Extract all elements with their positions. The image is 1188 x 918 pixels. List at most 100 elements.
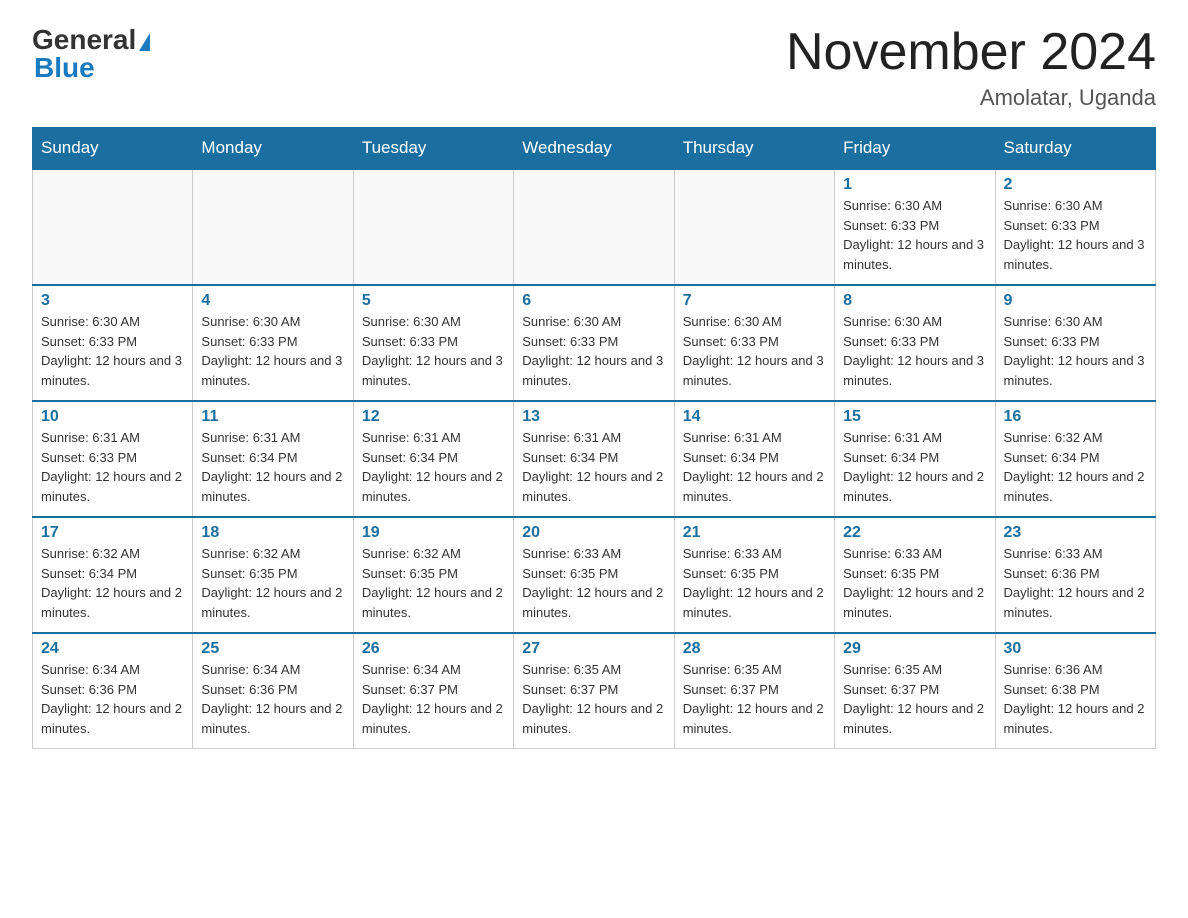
day-number: 13: [522, 408, 665, 426]
header-day-friday: Friday: [835, 128, 995, 170]
calendar-cell: 27 Sunrise: 6:35 AM Sunset: 6:37 PM Dayli…: [514, 633, 674, 749]
day-info: Sunrise: 6:32 AM Sunset: 6:35 PM Dayligh…: [362, 544, 505, 622]
day-number: 8: [843, 292, 986, 310]
calendar-cell: 4 Sunrise: 6:30 AM Sunset: 6:33 PM Daylig…: [193, 285, 353, 401]
calendar-cell: [193, 169, 353, 285]
calendar-cell: [353, 169, 513, 285]
day-number: 15: [843, 408, 986, 426]
day-info: Sunrise: 6:33 AM Sunset: 6:36 PM Dayligh…: [1004, 544, 1147, 622]
day-number: 16: [1004, 408, 1147, 426]
day-number: 2: [1004, 176, 1147, 194]
logo-triangle-icon: [139, 33, 150, 51]
day-number: 7: [683, 292, 826, 310]
day-number: 22: [843, 524, 986, 542]
calendar-cell: 22 Sunrise: 6:33 AM Sunset: 6:35 PM Dayli…: [835, 517, 995, 633]
calendar-table: SundayMondayTuesdayWednesdayThursdayFrid…: [32, 127, 1156, 749]
calendar-cell: 18 Sunrise: 6:32 AM Sunset: 6:35 PM Dayli…: [193, 517, 353, 633]
calendar-cell: [33, 169, 193, 285]
day-info: Sunrise: 6:35 AM Sunset: 6:37 PM Dayligh…: [522, 660, 665, 738]
day-number: 26: [362, 640, 505, 658]
day-info: Sunrise: 6:31 AM Sunset: 6:34 PM Dayligh…: [683, 428, 826, 506]
calendar-cell: 7 Sunrise: 6:30 AM Sunset: 6:33 PM Daylig…: [674, 285, 834, 401]
day-number: 24: [41, 640, 184, 658]
day-info: Sunrise: 6:30 AM Sunset: 6:33 PM Dayligh…: [683, 312, 826, 390]
day-info: Sunrise: 6:35 AM Sunset: 6:37 PM Dayligh…: [843, 660, 986, 738]
day-info: Sunrise: 6:31 AM Sunset: 6:33 PM Dayligh…: [41, 428, 184, 506]
header-day-tuesday: Tuesday: [353, 128, 513, 170]
day-info: Sunrise: 6:32 AM Sunset: 6:35 PM Dayligh…: [201, 544, 344, 622]
title-area: November 2024 Amolatar, Uganda: [786, 24, 1156, 111]
day-info: Sunrise: 6:30 AM Sunset: 6:33 PM Dayligh…: [201, 312, 344, 390]
logo: General Blue: [32, 24, 150, 84]
day-info: Sunrise: 6:31 AM Sunset: 6:34 PM Dayligh…: [362, 428, 505, 506]
header-day-monday: Monday: [193, 128, 353, 170]
location-subtitle: Amolatar, Uganda: [786, 85, 1156, 111]
day-number: 14: [683, 408, 826, 426]
calendar-cell: 1Sunrise: 6:30 AM Sunset: 6:33 PM Daylig…: [835, 169, 995, 285]
calendar-cell: 13 Sunrise: 6:31 AM Sunset: 6:34 PM Dayli…: [514, 401, 674, 517]
header-row: SundayMondayTuesdayWednesdayThursdayFrid…: [33, 128, 1156, 170]
day-number: 4: [201, 292, 344, 310]
day-info: Sunrise: 6:30 AM Sunset: 6:33 PM Dayligh…: [843, 196, 986, 274]
day-number: 23: [1004, 524, 1147, 542]
day-number: 10: [41, 408, 184, 426]
week-row-5: 24 Sunrise: 6:34 AM Sunset: 6:36 PM Dayli…: [33, 633, 1156, 749]
day-number: 6: [522, 292, 665, 310]
day-info: Sunrise: 6:31 AM Sunset: 6:34 PM Dayligh…: [843, 428, 986, 506]
calendar-cell: 5 Sunrise: 6:30 AM Sunset: 6:33 PM Daylig…: [353, 285, 513, 401]
day-number: 17: [41, 524, 184, 542]
day-number: 25: [201, 640, 344, 658]
day-info: Sunrise: 6:31 AM Sunset: 6:34 PM Dayligh…: [201, 428, 344, 506]
day-info: Sunrise: 6:36 AM Sunset: 6:38 PM Dayligh…: [1004, 660, 1147, 738]
day-number: 30: [1004, 640, 1147, 658]
calendar-cell: 12 Sunrise: 6:31 AM Sunset: 6:34 PM Dayli…: [353, 401, 513, 517]
day-info: Sunrise: 6:30 AM Sunset: 6:33 PM Dayligh…: [522, 312, 665, 390]
calendar-cell: [514, 169, 674, 285]
day-info: Sunrise: 6:34 AM Sunset: 6:37 PM Dayligh…: [362, 660, 505, 738]
day-number: 20: [522, 524, 665, 542]
calendar-cell: 24Sunrise: 6:34 AM Sunset: 6:36 PM Dayli…: [33, 633, 193, 749]
day-info: Sunrise: 6:31 AM Sunset: 6:34 PM Dayligh…: [522, 428, 665, 506]
month-title: November 2024: [786, 24, 1156, 81]
day-info: Sunrise: 6:32 AM Sunset: 6:34 PM Dayligh…: [1004, 428, 1147, 506]
calendar-cell: 21Sunrise: 6:33 AM Sunset: 6:35 PM Dayli…: [674, 517, 834, 633]
day-number: 19: [362, 524, 505, 542]
calendar-cell: 2Sunrise: 6:30 AM Sunset: 6:33 PM Daylig…: [995, 169, 1155, 285]
calendar-cell: 19 Sunrise: 6:32 AM Sunset: 6:35 PM Dayli…: [353, 517, 513, 633]
week-row-1: 1Sunrise: 6:30 AM Sunset: 6:33 PM Daylig…: [33, 169, 1156, 285]
header-day-saturday: Saturday: [995, 128, 1155, 170]
calendar-cell: 23 Sunrise: 6:33 AM Sunset: 6:36 PM Dayli…: [995, 517, 1155, 633]
day-info: Sunrise: 6:33 AM Sunset: 6:35 PM Dayligh…: [843, 544, 986, 622]
calendar-cell: 11Sunrise: 6:31 AM Sunset: 6:34 PM Dayli…: [193, 401, 353, 517]
calendar-cell: 17Sunrise: 6:32 AM Sunset: 6:34 PM Dayli…: [33, 517, 193, 633]
day-number: 29: [843, 640, 986, 658]
week-row-2: 3Sunrise: 6:30 AM Sunset: 6:33 PM Daylig…: [33, 285, 1156, 401]
day-info: Sunrise: 6:34 AM Sunset: 6:36 PM Dayligh…: [201, 660, 344, 738]
calendar-cell: 15 Sunrise: 6:31 AM Sunset: 6:34 PM Dayli…: [835, 401, 995, 517]
calendar-cell: 3Sunrise: 6:30 AM Sunset: 6:33 PM Daylig…: [33, 285, 193, 401]
day-info: Sunrise: 6:33 AM Sunset: 6:35 PM Dayligh…: [522, 544, 665, 622]
logo-blue-text: Blue: [34, 52, 95, 84]
day-info: Sunrise: 6:30 AM Sunset: 6:33 PM Dayligh…: [41, 312, 184, 390]
day-number: 5: [362, 292, 505, 310]
calendar-cell: 26 Sunrise: 6:34 AM Sunset: 6:37 PM Dayli…: [353, 633, 513, 749]
day-number: 28: [683, 640, 826, 658]
header-day-wednesday: Wednesday: [514, 128, 674, 170]
day-number: 18: [201, 524, 344, 542]
calendar-cell: 9Sunrise: 6:30 AM Sunset: 6:33 PM Daylig…: [995, 285, 1155, 401]
calendar-cell: 8 Sunrise: 6:30 AM Sunset: 6:33 PM Daylig…: [835, 285, 995, 401]
day-number: 12: [362, 408, 505, 426]
calendar-cell: 28 Sunrise: 6:35 AM Sunset: 6:37 PM Dayli…: [674, 633, 834, 749]
day-number: 27: [522, 640, 665, 658]
calendar-cell: 6 Sunrise: 6:30 AM Sunset: 6:33 PM Daylig…: [514, 285, 674, 401]
calendar-cell: [674, 169, 834, 285]
calendar-cell: 10 Sunrise: 6:31 AM Sunset: 6:33 PM Dayli…: [33, 401, 193, 517]
day-info: Sunrise: 6:30 AM Sunset: 6:33 PM Dayligh…: [843, 312, 986, 390]
day-info: Sunrise: 6:35 AM Sunset: 6:37 PM Dayligh…: [683, 660, 826, 738]
calendar-cell: 29 Sunrise: 6:35 AM Sunset: 6:37 PM Dayli…: [835, 633, 995, 749]
day-info: Sunrise: 6:30 AM Sunset: 6:33 PM Dayligh…: [362, 312, 505, 390]
week-row-4: 17Sunrise: 6:32 AM Sunset: 6:34 PM Dayli…: [33, 517, 1156, 633]
header-day-thursday: Thursday: [674, 128, 834, 170]
calendar-cell: 14 Sunrise: 6:31 AM Sunset: 6:34 PM Dayli…: [674, 401, 834, 517]
day-info: Sunrise: 6:30 AM Sunset: 6:33 PM Dayligh…: [1004, 312, 1147, 390]
